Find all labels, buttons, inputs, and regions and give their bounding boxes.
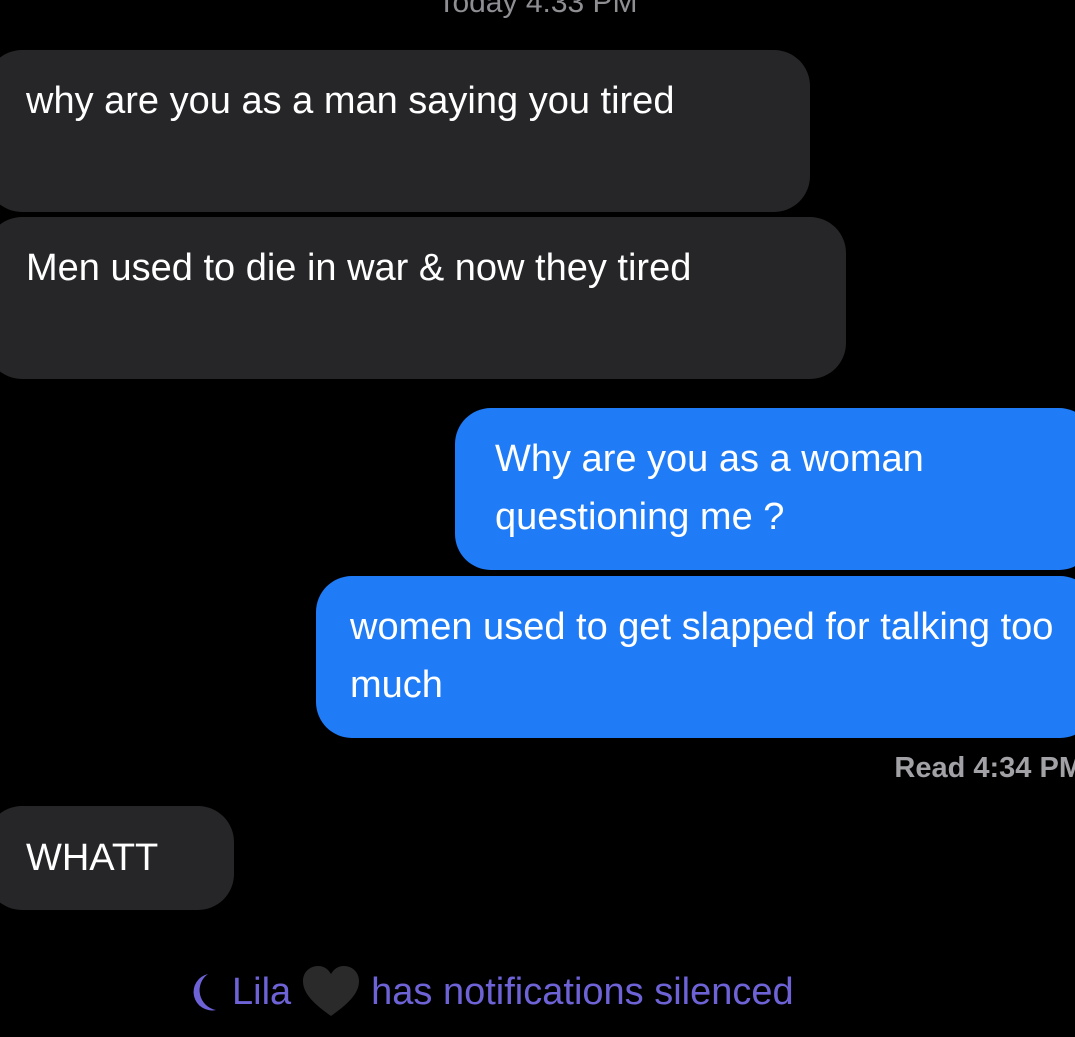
- message-bubble-incoming[interactable]: Men used to die in war & now they tired: [0, 217, 846, 379]
- contact-name[interactable]: Lila: [232, 971, 291, 1014]
- message-bubble-outgoing[interactable]: women used to get slapped for talking to…: [316, 576, 1075, 738]
- read-receipt: Read 4:34 PM: [894, 752, 1075, 784]
- notifications-silenced-banner: Lila has notifications silenced: [180, 962, 794, 1022]
- silenced-status-text: has notifications silenced: [371, 970, 794, 1013]
- black-heart-icon: [303, 966, 360, 1016]
- moon-icon: [193, 974, 216, 1011]
- message-bubble-incoming[interactable]: why are you as a man saying you tired: [0, 50, 810, 212]
- conversation-timestamp: Today 4:33 PM: [437, 0, 638, 19]
- message-bubble-incoming[interactable]: WHATT: [0, 806, 234, 910]
- message-bubble-outgoing[interactable]: Why are you as a woman questioning me ?: [455, 408, 1075, 570]
